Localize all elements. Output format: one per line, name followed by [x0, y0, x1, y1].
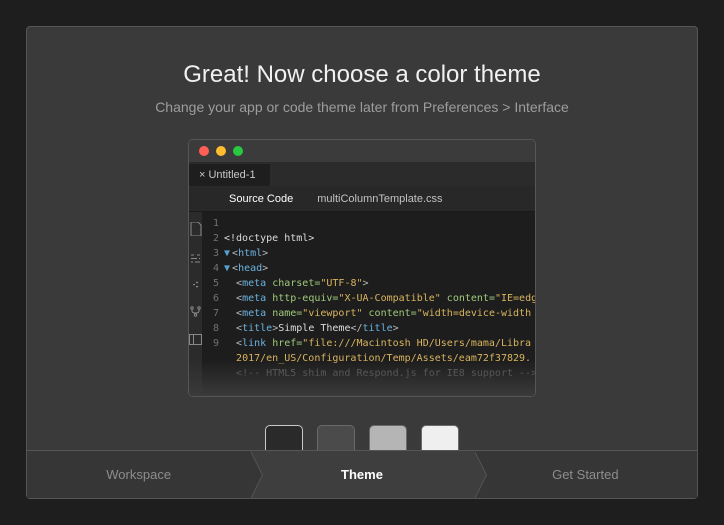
- line-numbers: 1 2 3 4 5 6 7 8 9: [202, 212, 224, 396]
- editor-subtabs: Source Code multiColumnTemplate.css: [189, 186, 535, 212]
- subtab-source-code: Source Code: [229, 193, 293, 205]
- subtab-file: multiColumnTemplate.css: [317, 193, 442, 205]
- step-bar: Workspace Theme Get Started: [27, 450, 697, 498]
- settings-icon: [189, 252, 202, 265]
- step-workspace[interactable]: Workspace: [27, 450, 250, 498]
- maximize-icon: [233, 146, 243, 156]
- editor-tab: × Untitled-1: [189, 164, 270, 186]
- step-label: Theme: [341, 467, 383, 482]
- editor-preview: × Untitled-1 Source Code multiColumnTemp…: [188, 139, 536, 397]
- chevron-right-icon: [250, 451, 262, 499]
- window-titlebar: [189, 140, 535, 162]
- code-area: ⁖ 1 2 3 4 5 6 7 8 9 <!doctype html> ▼<ht…: [189, 212, 535, 396]
- step-label: Get Started: [552, 467, 618, 482]
- step-label: Workspace: [106, 467, 171, 482]
- code-lines: <!doctype html> ▼<html> ▼<head> <meta ch…: [224, 212, 536, 396]
- dialog-subtitle: Change your app or code theme later from…: [155, 99, 569, 115]
- panel-icon: [189, 334, 202, 345]
- chevron-right-icon: [474, 451, 486, 499]
- onboarding-dialog: Great! Now choose a color theme Change y…: [26, 26, 698, 499]
- editor-toolbar: ⁖: [189, 212, 202, 396]
- dots-icon: ⁖: [192, 281, 199, 289]
- file-icon: [190, 222, 202, 236]
- dialog-title: Great! Now choose a color theme: [183, 61, 541, 89]
- editor-tabbar: × Untitled-1: [189, 162, 535, 186]
- minimize-icon: [216, 146, 226, 156]
- close-icon: [199, 146, 209, 156]
- branch-icon: [189, 305, 202, 318]
- step-theme[interactable]: Theme: [250, 450, 473, 498]
- step-get-started[interactable]: Get Started: [474, 450, 697, 498]
- code-block: 1 2 3 4 5 6 7 8 9 <!doctype html> ▼<html…: [202, 212, 536, 396]
